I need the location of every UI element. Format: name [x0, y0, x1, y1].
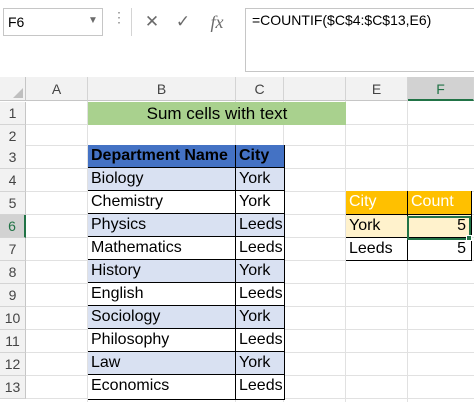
column-header-a[interactable]: A — [26, 77, 88, 101]
table-cell-department[interactable]: Mathematics — [88, 237, 236, 260]
table-cell-city[interactable]: York — [236, 352, 285, 375]
cancel-icon[interactable]: ✕ — [140, 10, 164, 34]
row-header[interactable]: 3 — [0, 146, 26, 169]
active-cell-selection[interactable] — [407, 216, 471, 240]
table-cell-department[interactable]: Physics — [88, 214, 236, 237]
table-cell-city[interactable]: Leeds — [236, 375, 285, 400]
table-cell-city[interactable]: Leeds — [236, 237, 285, 260]
row-header[interactable]: 2 — [0, 125, 26, 148]
select-all-triangle-icon — [13, 88, 23, 98]
column-header-f[interactable]: F — [408, 77, 474, 101]
table-cell-city[interactable]: Leeds — [236, 214, 285, 237]
column-header-b[interactable]: B — [88, 77, 236, 101]
table-cell-city[interactable]: York — [236, 306, 285, 329]
row-header[interactable]: 1 — [0, 102, 26, 125]
table-cell-department[interactable]: English — [88, 283, 236, 306]
title-cell[interactable]: Sum cells with text — [88, 102, 346, 125]
row-header[interactable]: 11 — [0, 330, 26, 353]
row-header[interactable]: 12 — [0, 353, 26, 376]
count-table-header-city[interactable]: City — [346, 191, 408, 215]
row-header[interactable]: 13 — [0, 376, 26, 399]
column-header-e[interactable]: E — [346, 77, 408, 101]
table-header-city[interactable]: City — [236, 145, 285, 168]
table-header-department[interactable]: Department Name — [88, 145, 236, 168]
column-header-c[interactable]: C — [236, 77, 284, 101]
row-header[interactable]: 9 — [0, 284, 26, 307]
table-cell-city[interactable]: Leeds — [236, 283, 285, 306]
enter-icon[interactable]: ✓ — [171, 10, 195, 34]
fill-handle[interactable] — [466, 235, 472, 241]
table-cell-city[interactable]: York — [236, 168, 285, 191]
table-cell-department[interactable]: Philosophy — [88, 329, 236, 352]
table-cell-department[interactable]: Chemistry — [88, 191, 236, 214]
table-cell-department[interactable]: Economics — [88, 375, 236, 400]
formula-bar-grip-icon[interactable]: ⋮ — [112, 10, 126, 24]
row-header[interactable]: 6 — [0, 215, 26, 238]
count-table-city[interactable]: Leeds — [346, 238, 408, 261]
count-table-city[interactable]: York — [346, 215, 408, 238]
row-header[interactable]: 4 — [0, 169, 26, 192]
table-cell-city[interactable]: York — [236, 191, 285, 214]
table-cell-department[interactable]: History — [88, 260, 236, 283]
row-header[interactable]: 7 — [0, 238, 26, 261]
insert-function-icon[interactable]: fx — [205, 10, 229, 34]
row-header[interactable]: 5 — [0, 192, 26, 215]
table-cell-city[interactable]: Leeds — [236, 329, 285, 352]
column-header-d-hidden[interactable] — [284, 77, 346, 101]
name-box-dropdown-icon[interactable]: ▼ — [88, 15, 98, 27]
table-cell-department[interactable]: Sociology — [88, 306, 236, 329]
count-table-header-count[interactable]: Count — [408, 191, 472, 215]
formula-input[interactable]: =COUNTIF($C$4:$C$13,E6) — [245, 8, 474, 72]
table-cell-city[interactable]: York — [236, 260, 285, 283]
formula-bar-divider — [131, 8, 132, 36]
table-cell-department[interactable]: Biology — [88, 168, 236, 191]
count-table-value[interactable]: 5 — [408, 238, 472, 261]
row-header[interactable]: 8 — [0, 261, 26, 284]
table-cell-department[interactable]: Law — [88, 352, 236, 375]
row-header[interactable]: 10 — [0, 307, 26, 330]
